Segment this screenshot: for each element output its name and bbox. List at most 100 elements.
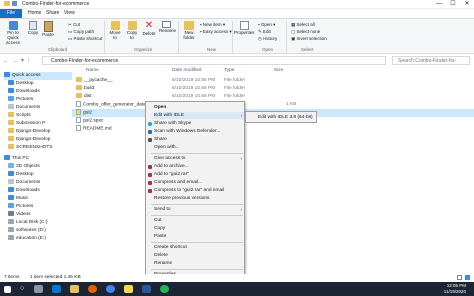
menu-item-share[interactable]: Share (148, 136, 244, 143)
menu-item-cut[interactable]: Cut (154, 217, 244, 224)
nav-item-this-pc[interactable]: This PC (4, 155, 76, 163)
minimize-button[interactable]: — (432, 0, 446, 9)
tab-file[interactable]: File (0, 9, 22, 18)
nav-item-education-e[interactable]: education (E:) (8, 235, 80, 243)
large-icons-view-icon[interactable] (465, 275, 470, 280)
menu-item-create-shortcut[interactable]: Create shortcut (154, 244, 244, 251)
search-icon[interactable]: ○ (20, 285, 29, 293)
nav-item-quick-access[interactable]: Quick access (4, 72, 76, 80)
menu-item-scan-defender[interactable]: Scan with Windows Defender... (148, 128, 244, 135)
tab-share[interactable]: Share (46, 10, 59, 16)
nav-item-submission[interactable]: Submission P (8, 120, 80, 128)
table-row[interactable]: __pycache__ 6/10/2019 10:55 PM File fold… (72, 77, 474, 85)
cut-button[interactable]: ✂ Cut (68, 22, 80, 27)
menu-item-paste[interactable]: Paste (154, 233, 244, 240)
paste-button[interactable]: Paste (41, 21, 55, 37)
nav-item-screenshots[interactable]: SCREENSHOTS (8, 144, 80, 152)
nav-item-pictures[interactable]: Pictures (8, 96, 80, 104)
details-view-icon[interactable] (457, 275, 462, 280)
easy-access-button[interactable]: ▪ Easy access ▾ (200, 29, 232, 34)
select-none-icon: ▢ (291, 29, 296, 34)
nav-item-django-develop-2[interactable]: Django-Develop (8, 136, 80, 144)
selection-info: 1 item selected 1.45 KB (30, 275, 81, 280)
copy-to-button[interactable]: Copy to (125, 21, 139, 40)
word-icon[interactable] (142, 285, 151, 293)
nav-item-3d-objects[interactable]: 3D Objects (8, 163, 80, 171)
menu-item-copy[interactable]: Copy (154, 225, 244, 232)
menu-item-delete[interactable]: Delete (154, 252, 244, 259)
nav-item-videos[interactable]: Videos (8, 211, 80, 219)
menu-item-give-access[interactable]: Give access to › (154, 155, 244, 162)
file-explorer-icon[interactable] (70, 285, 79, 293)
table-row[interactable]: build 6/10/2019 10:55 PM File folder (72, 85, 474, 93)
table-row[interactable]: Combo_offer_generator_data 1 KB (72, 101, 474, 109)
copy-button[interactable]: Copy (26, 21, 40, 35)
invert-selection-button[interactable]: ▣ Invert selection (291, 36, 327, 41)
nav-item-scripts[interactable]: Scripts (8, 112, 80, 120)
nav-item-pc-downloads[interactable]: Downloads (8, 187, 80, 195)
menu-item-edit-with-idle-38[interactable]: Edit with IDLE 3.8 (64-bit) (258, 114, 348, 121)
nav-item-softwares-d[interactable]: softwares (D:) (8, 227, 80, 235)
edge-icon[interactable] (52, 285, 61, 293)
menu-item-compress-rar-email[interactable]: Compress to "gui2.rar" and email (148, 187, 244, 194)
search-input[interactable]: Search Combo-Finder-for-ecommerce (392, 56, 470, 72)
menu-item-compress-email[interactable]: Compress and email... (148, 179, 244, 186)
menu-item-open-with[interactable]: Open with... (154, 144, 244, 151)
nav-item-documents[interactable]: Documents (8, 104, 80, 112)
nav-item-django-develop[interactable]: Django-Develop (8, 128, 80, 136)
nav-item-pc-documents[interactable]: Documents (8, 179, 80, 187)
menu-item-share-with-skype[interactable]: Share with Skype (148, 120, 244, 127)
menu-item-add-to-archive[interactable]: Add to archive... (148, 163, 244, 170)
column-date[interactable]: Date modified (172, 68, 202, 73)
folder-icon (76, 93, 82, 99)
menu-item-send-to[interactable]: Send to › (154, 206, 244, 213)
forward-arrow-icon[interactable]: → (12, 58, 21, 64)
back-arrow-icon[interactable]: ← (3, 58, 12, 64)
paste-shortcut-button[interactable]: ▭ Paste shortcut (68, 36, 102, 41)
copy-path-button[interactable]: ▭ Copy path (68, 29, 94, 34)
save-icon[interactable] (12, 1, 17, 6)
column-name[interactable]: Name (86, 68, 99, 73)
select-all-button[interactable]: ▦ Select all (291, 22, 315, 27)
history-button[interactable]: ◷ History (258, 36, 277, 41)
select-none-button[interactable]: ▢ Select none (291, 29, 320, 34)
nav-item-downloads[interactable]: Downloads (8, 88, 80, 96)
close-button[interactable]: ✕ (460, 0, 474, 9)
delete-button[interactable]: ✕ Delete (142, 21, 156, 37)
nav-item-music[interactable]: Music (8, 195, 80, 203)
edit-button[interactable]: ✎ Edit (258, 29, 271, 34)
new-item-button[interactable]: ▪ New item ▾ (200, 22, 225, 27)
column-size[interactable]: Size (274, 68, 283, 73)
menu-item-restore-previous[interactable]: Restore previous versions (154, 195, 244, 202)
nav-item-pc-pictures[interactable]: Pictures (8, 203, 80, 211)
menu-item-add-to-rar[interactable]: Add to "gui2.rar" (148, 171, 244, 178)
open-button[interactable]: ▪ Open ▾ (258, 22, 275, 27)
task-view-icon[interactable] (34, 285, 43, 293)
table-row[interactable]: README.md (72, 125, 474, 133)
nav-item-pc-desktop[interactable]: Desktop (8, 171, 80, 179)
python-icon[interactable] (124, 285, 133, 293)
move-to-button[interactable]: Move to (108, 21, 122, 40)
menu-item-rename[interactable]: Rename (154, 260, 244, 267)
rename-button[interactable]: Rename (159, 21, 176, 33)
firefox-icon[interactable] (88, 285, 97, 293)
pin-quick-access-button[interactable]: Pin to Quick access (2, 21, 24, 45)
nav-item-desktop[interactable]: Desktop (8, 80, 80, 88)
system-clock[interactable]: 12:05 PM 11/19/2020 (444, 283, 466, 295)
spotify-icon[interactable] (160, 285, 169, 293)
table-row[interactable]: dist 6/10/2019 10:55 PM File folder (72, 93, 474, 101)
column-type[interactable]: Type (224, 68, 234, 73)
new-folder-button[interactable]: New folder (181, 21, 197, 40)
menu-item-open[interactable]: Open (154, 104, 244, 111)
up-arrow-icon[interactable]: ↑ (27, 58, 33, 64)
address-bar[interactable]: Combo-Finder-for-ecommerce (42, 56, 386, 65)
tab-home[interactable]: Home (28, 10, 41, 16)
windows-start-icon[interactable] (4, 285, 11, 293)
menu-item-edit-with-idle[interactable]: Edit with IDLE › (154, 112, 244, 119)
breadcrumb[interactable]: Combo-Finder-for-ecommerce (51, 58, 118, 64)
chrome-icon[interactable] (106, 285, 115, 293)
nav-item-local-disk-c[interactable]: Local Disk (C:) (8, 219, 80, 227)
properties-button[interactable]: Properties (234, 21, 255, 35)
maximize-button[interactable]: ☐ (446, 0, 460, 9)
tab-view[interactable]: View (64, 10, 75, 16)
